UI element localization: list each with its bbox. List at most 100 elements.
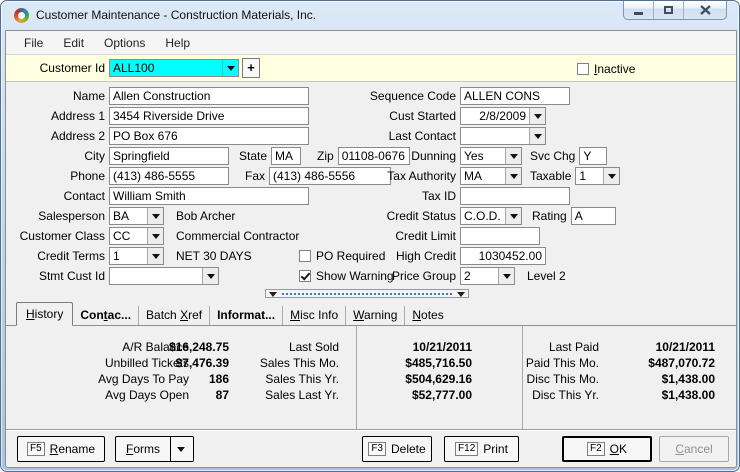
high-credit-input[interactable] <box>460 247 546 265</box>
f2-key-badge: F2 <box>587 442 605 456</box>
button-bar: F5 Rename Forms F3 Delete F12 Print F2 <box>6 429 736 467</box>
tab-notes[interactable]: Notes <box>405 306 450 325</box>
customer-class-combo[interactable]: CC <box>109 227 164 245</box>
rename-button[interactable]: F5 Rename <box>17 436 105 462</box>
menu-options[interactable]: Options <box>94 33 155 53</box>
taxable-label: Taxable <box>530 169 571 183</box>
credit-limit-input[interactable] <box>460 227 540 245</box>
tab-information[interactable]: Informat... <box>210 306 283 325</box>
customer-id-label: Customer Id <box>6 61 105 75</box>
chevron-down-icon[interactable] <box>529 128 545 144</box>
salesperson-combo[interactable]: BA <box>109 207 164 225</box>
address2-label: Address 2 <box>6 129 105 143</box>
tab-contacts[interactable]: Contac... <box>73 306 139 325</box>
chevron-down-icon[interactable] <box>147 208 163 224</box>
chevron-down-icon[interactable] <box>147 248 163 264</box>
state-input[interactable] <box>271 147 301 165</box>
tab-warning[interactable]: Warning <box>346 306 405 325</box>
inactive-checkbox-row: Inactive <box>577 62 635 76</box>
forms-dropdown-button[interactable] <box>170 437 190 461</box>
title-bar[interactable]: Customer Maintenance - Construction Mate… <box>1 1 739 30</box>
ok-button[interactable]: F2 OK <box>562 436 652 462</box>
tax-id-label: Tax ID <box>368 189 456 203</box>
phone-input[interactable] <box>109 167 229 185</box>
credit-status-combo[interactable]: C.O.D. <box>460 207 522 225</box>
chevron-down-icon <box>457 292 465 301</box>
dunning-combo[interactable]: Yes <box>460 147 522 165</box>
fax-label: Fax <box>245 169 265 183</box>
cust-started-combo[interactable]: 2/8/2009 <box>460 107 546 125</box>
zip-label: Zip <box>317 149 334 163</box>
customer-class-value: CC <box>110 228 147 244</box>
close-icon <box>700 5 711 15</box>
print-label: Print <box>483 442 508 456</box>
taxable-combo[interactable]: 1 <box>575 167 620 185</box>
contact-input[interactable] <box>109 187 309 205</box>
chevron-down-icon[interactable] <box>147 228 163 244</box>
customer-class-label: Customer Class <box>6 229 105 243</box>
svc-chg-input[interactable] <box>579 147 607 165</box>
city-input[interactable] <box>109 147 229 165</box>
customer-id-bar: Customer Id ALL100 + Inactive <box>6 55 736 82</box>
stmt-cust-id-value <box>110 268 202 284</box>
print-button[interactable]: F12 Print <box>444 436 519 462</box>
menu-file[interactable]: File <box>14 33 53 53</box>
city-label: City <box>6 149 105 163</box>
cust-started-value: 2/8/2009 <box>461 108 529 124</box>
add-customer-button[interactable]: + <box>242 58 260 78</box>
minimize-button[interactable] <box>624 1 654 19</box>
tax-authority-combo[interactable]: MA <box>460 167 522 185</box>
row-price-group: Price Group 2 Level 2 <box>368 267 566 285</box>
minimize-icon <box>634 12 643 15</box>
sequence-code-input[interactable] <box>460 87 570 105</box>
po-required-checkbox[interactable] <box>299 250 311 262</box>
tab-misc-info[interactable]: Misc Info <box>283 306 346 325</box>
tab-batch-xref[interactable]: Batch Xref <box>139 306 210 325</box>
tab-strip: History Contac... Batch Xref Informat...… <box>6 302 736 326</box>
chevron-down-icon[interactable] <box>603 168 619 184</box>
price-group-desc: Level 2 <box>527 269 566 283</box>
credit-terms-combo[interactable]: 1 <box>109 247 164 265</box>
cust-started-label: Cust Started <box>368 109 456 123</box>
address2-input[interactable] <box>109 127 309 145</box>
address1-input[interactable] <box>109 107 309 125</box>
chevron-down-icon[interactable] <box>505 148 521 164</box>
rating-input[interactable] <box>571 207 616 225</box>
stmt-cust-id-combo[interactable] <box>109 267 219 285</box>
inactive-checkbox[interactable] <box>577 63 589 75</box>
chevron-down-icon[interactable] <box>222 60 238 76</box>
collapse-splitter[interactable] <box>265 289 469 298</box>
rating-label: Rating <box>532 209 567 223</box>
row-high-credit: High Credit <box>368 247 546 265</box>
customer-id-combo[interactable]: ALL100 <box>109 59 239 77</box>
ok-label: OK <box>610 442 627 456</box>
close-button[interactable] <box>684 1 726 19</box>
tab-history[interactable]: History <box>16 302 73 326</box>
chevron-down-icon <box>269 292 277 301</box>
chevron-down-icon[interactable] <box>505 168 521 184</box>
client-area: File Edit Options Help Customer Id ALL10… <box>5 30 737 468</box>
price-group-combo[interactable]: 2 <box>460 267 515 285</box>
cancel-button[interactable]: Cancel <box>659 436 729 462</box>
chevron-down-icon[interactable] <box>505 208 521 224</box>
customer-form: Name Address 1 Address 2 City State Zip … <box>6 82 736 302</box>
forms-label: Forms <box>126 442 160 456</box>
sequence-code-label: Sequence Code <box>368 89 456 103</box>
tax-id-input[interactable] <box>460 187 570 205</box>
chevron-down-icon[interactable] <box>498 268 514 284</box>
window-title: Customer Maintenance - Construction Mate… <box>36 8 316 22</box>
forms-button[interactable]: Forms <box>116 437 170 461</box>
show-warning-checkbox[interactable] <box>299 270 311 282</box>
last-contact-combo[interactable] <box>460 127 546 145</box>
restore-button[interactable] <box>654 1 684 19</box>
delete-button[interactable]: F3 Delete <box>362 436 432 462</box>
menu-help[interactable]: Help <box>155 33 200 53</box>
chevron-down-icon[interactable] <box>529 108 545 124</box>
row-address1: Address 1 <box>6 107 309 125</box>
menu-edit[interactable]: Edit <box>53 33 94 53</box>
name-input[interactable] <box>109 87 309 105</box>
chevron-down-icon[interactable] <box>202 268 218 284</box>
contact-label: Contact <box>6 189 105 203</box>
cancel-label: Cancel <box>675 442 712 456</box>
row-stmt-cust-id: Stmt Cust Id <box>6 267 219 285</box>
